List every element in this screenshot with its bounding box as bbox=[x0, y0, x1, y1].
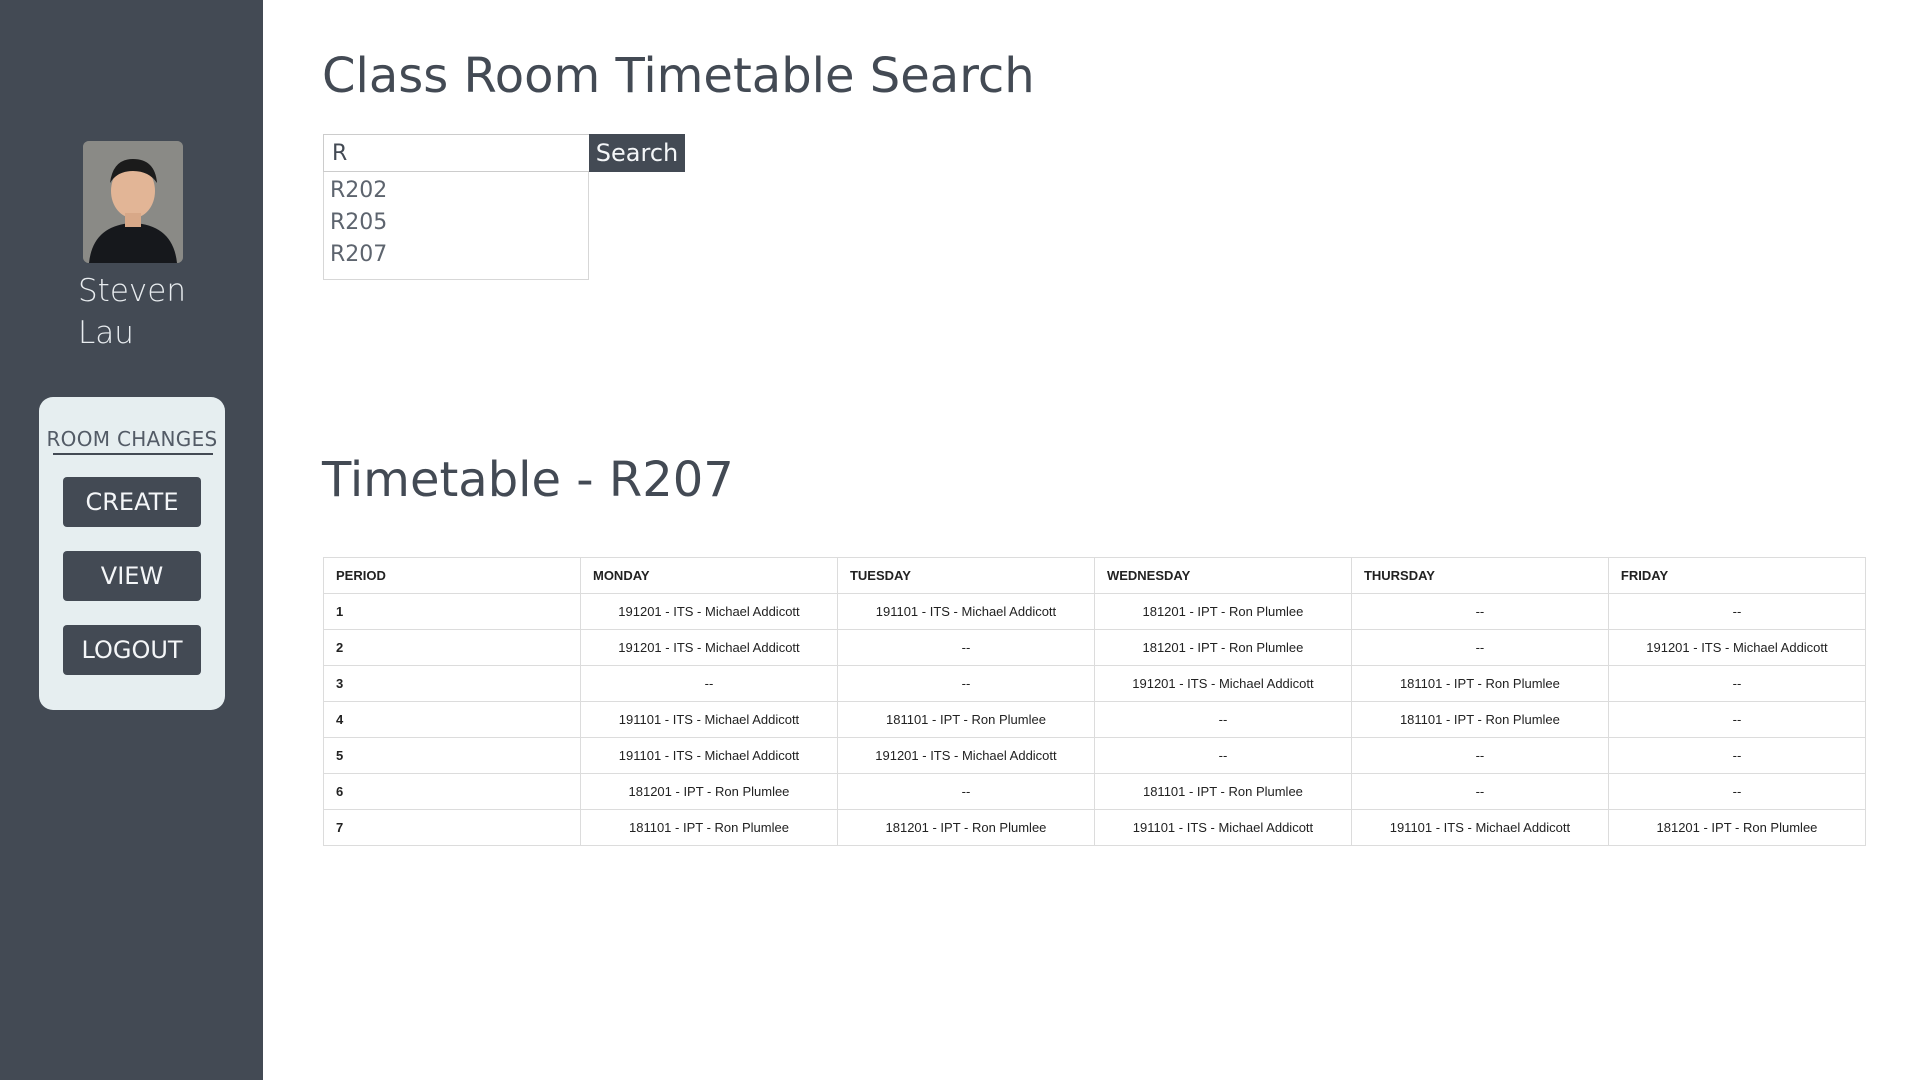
create-button[interactable]: CREATE bbox=[63, 477, 201, 527]
table-cell: 191201 - ITS - Michael Addicott bbox=[579, 593, 838, 630]
table-cell: 181201 - IPT - Ron Plumlee bbox=[1093, 593, 1352, 630]
table-cell: -- bbox=[1350, 629, 1609, 666]
room-changes-panel: ROOM CHANGES CREATE VIEW LOGOUT bbox=[39, 397, 225, 710]
column-header-thursday: THURSDAY bbox=[1350, 557, 1609, 594]
table-cell: -- bbox=[1607, 701, 1867, 738]
table-row: 7 181101 - IPT - Ron Plumlee 181201 - IP… bbox=[323, 809, 1867, 846]
table-row: 1 191201 - ITS - Michael Addicott 191101… bbox=[323, 593, 1867, 630]
autocomplete-item[interactable]: R205 bbox=[324, 207, 588, 239]
avatar-photo-icon bbox=[83, 141, 183, 263]
heading-underline bbox=[53, 453, 213, 455]
table-cell: 191201 - ITS - Michael Addicott bbox=[1607, 629, 1867, 666]
period-cell: 3 bbox=[323, 665, 581, 702]
table-row: 4 191101 - ITS - Michael Addicott 181101… bbox=[323, 701, 1867, 738]
table-cell: -- bbox=[1607, 593, 1867, 630]
table-cell: -- bbox=[1093, 701, 1352, 738]
table-row: 2 191201 - ITS - Michael Addicott -- 181… bbox=[323, 629, 1867, 666]
table-cell: 181101 - IPT - Ron Plumlee bbox=[1350, 701, 1609, 738]
column-header-period: PERIOD bbox=[323, 557, 581, 594]
table-cell: 191201 - ITS - Michael Addicott bbox=[836, 737, 1095, 774]
table-cell: -- bbox=[1350, 593, 1609, 630]
autocomplete-list: R202 R205 R207 bbox=[323, 172, 589, 280]
column-header-friday: FRIDAY bbox=[1607, 557, 1867, 594]
timetable-table: PERIOD MONDAY TUESDAY WEDNESDAY THURSDAY… bbox=[323, 557, 1867, 846]
table-cell: 181101 - IPT - Ron Plumlee bbox=[579, 809, 838, 846]
sidebar: Steven Lau ROOM CHANGES CREATE VIEW LOGO… bbox=[0, 0, 263, 1080]
table-cell: 181101 - IPT - Ron Plumlee bbox=[1093, 773, 1352, 810]
table-cell: 191101 - ITS - Michael Addicott bbox=[1350, 809, 1609, 846]
room-changes-heading: ROOM CHANGES bbox=[46, 427, 218, 451]
table-cell: 181201 - IPT - Ron Plumlee bbox=[1607, 809, 1867, 846]
column-header-monday: MONDAY bbox=[579, 557, 838, 594]
table-cell: 191201 - ITS - Michael Addicott bbox=[1093, 665, 1352, 702]
table-cell: -- bbox=[1350, 737, 1609, 774]
period-cell: 6 bbox=[323, 773, 581, 810]
view-button[interactable]: VIEW bbox=[63, 551, 201, 601]
table-cell: 181101 - IPT - Ron Plumlee bbox=[836, 701, 1095, 738]
table-cell: -- bbox=[836, 773, 1095, 810]
table-row: 5 191101 - ITS - Michael Addicott 191201… bbox=[323, 737, 1867, 774]
autocomplete-item[interactable]: R207 bbox=[324, 239, 588, 271]
period-cell: 4 bbox=[323, 701, 581, 738]
period-cell: 5 bbox=[323, 737, 581, 774]
table-cell: 191101 - ITS - Michael Addicott bbox=[579, 701, 838, 738]
user-name: Steven Lau bbox=[78, 273, 186, 351]
table-cell: 181201 - IPT - Ron Plumlee bbox=[1093, 629, 1352, 666]
table-cell: -- bbox=[1607, 665, 1867, 702]
table-cell: -- bbox=[1607, 737, 1867, 774]
avatar bbox=[83, 141, 183, 263]
table-cell: 191201 - ITS - Michael Addicott bbox=[579, 629, 838, 666]
autocomplete-item[interactable]: R202 bbox=[324, 175, 588, 207]
timetable-title: Timetable - R207 bbox=[322, 452, 734, 508]
table-cell: 181101 - IPT - Ron Plumlee bbox=[1350, 665, 1609, 702]
column-header-tuesday: TUESDAY bbox=[836, 557, 1095, 594]
logout-button[interactable]: LOGOUT bbox=[63, 625, 201, 675]
period-cell: 7 bbox=[323, 809, 581, 846]
table-cell: 181201 - IPT - Ron Plumlee bbox=[579, 773, 838, 810]
room-search-input[interactable] bbox=[323, 134, 589, 172]
table-cell: -- bbox=[836, 665, 1095, 702]
search-button[interactable]: Search bbox=[589, 134, 685, 172]
table-cell: 181201 - IPT - Ron Plumlee bbox=[836, 809, 1095, 846]
table-cell: -- bbox=[836, 629, 1095, 666]
column-header-wednesday: WEDNESDAY bbox=[1093, 557, 1352, 594]
table-cell: 191101 - ITS - Michael Addicott bbox=[579, 737, 838, 774]
table-cell: -- bbox=[1607, 773, 1867, 810]
period-cell: 1 bbox=[323, 593, 581, 630]
table-row: 3 -- -- 191201 - ITS - Michael Addicott … bbox=[323, 665, 1867, 702]
page-title: Class Room Timetable Search bbox=[322, 48, 1035, 104]
table-cell: 191101 - ITS - Michael Addicott bbox=[836, 593, 1095, 630]
table-cell: -- bbox=[1350, 773, 1609, 810]
table-cell: 191101 - ITS - Michael Addicott bbox=[1093, 809, 1352, 846]
table-header-row: PERIOD MONDAY TUESDAY WEDNESDAY THURSDAY… bbox=[323, 557, 1867, 594]
table-cell: -- bbox=[1093, 737, 1352, 774]
table-cell: -- bbox=[579, 665, 838, 702]
period-cell: 2 bbox=[323, 629, 581, 666]
table-row: 6 181201 - IPT - Ron Plumlee -- 181101 -… bbox=[323, 773, 1867, 810]
